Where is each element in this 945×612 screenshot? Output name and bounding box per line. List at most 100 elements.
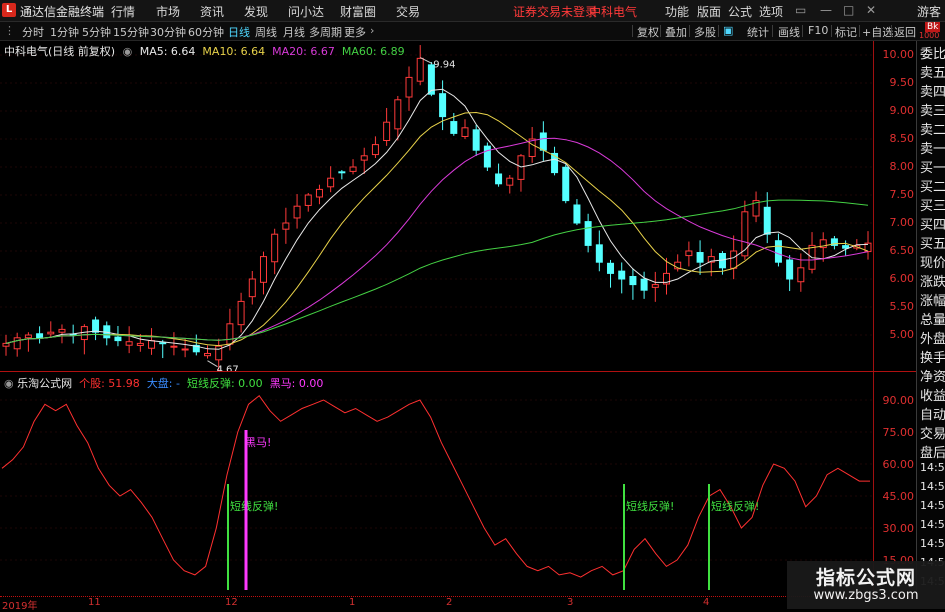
multi-stock-button[interactable]: 多股	[694, 24, 716, 40]
candle-up	[2, 342, 10, 347]
tab-60min[interactable]: 60分钟	[188, 24, 224, 40]
menu-discover[interactable]: 发现	[244, 3, 268, 20]
menu-market-quotes[interactable]: 行情	[111, 3, 135, 20]
stock-chart-title[interactable]: 中科电气(日线 前复权)	[4, 45, 115, 58]
more-chevron-icon[interactable]: ›	[370, 24, 374, 37]
quote-side-panel: 委比 卖五 卖四 卖三 卖二 卖一 买一 买二 买三 买四 买五 现价 涨跌 涨幅 总量 外盘 换手 净资 收益 自动…	[916, 41, 945, 596]
candle-up	[394, 99, 402, 130]
adjust-button[interactable]: 复权	[637, 24, 659, 40]
side-item[interactable]: 14:56	[920, 461, 945, 474]
side-item[interactable]: 买一	[920, 157, 945, 176]
side-item[interactable]: 涨幅	[920, 290, 945, 309]
side-item[interactable]: 14:56	[920, 499, 945, 512]
indicator-panel-header: ◉ 乐淘公式网 个股: 51.98 大盘: - 短线反弹: 0.00 黑马: 0…	[4, 375, 323, 391]
tab-multi-period[interactable]: 多周期	[309, 24, 342, 40]
side-item[interactable]: 买三	[920, 195, 945, 214]
menu-news[interactable]: 资讯	[200, 3, 224, 20]
candle-down	[607, 262, 615, 274]
price-tick: 8.50	[889, 132, 915, 145]
side-item[interactable]: 买二	[920, 176, 945, 195]
candle-up	[685, 250, 693, 257]
menu-options[interactable]: 选项	[759, 3, 783, 20]
side-item[interactable]: 盘后	[920, 442, 945, 461]
indicator-source[interactable]: 乐淘公式网	[17, 377, 72, 390]
back-button[interactable]: 返回	[894, 24, 916, 40]
side-item[interactable]: 总量	[920, 309, 945, 328]
side-item[interactable]: 买五	[920, 233, 945, 252]
menu-layout[interactable]: 版面	[697, 3, 721, 20]
add-watchlist-button[interactable]: +自选	[862, 24, 893, 40]
toolbar-divider	[632, 25, 633, 37]
menu-trade[interactable]: 交易	[396, 3, 420, 20]
side-item[interactable]: 现价	[920, 252, 945, 271]
menu-functions[interactable]: 功能	[665, 3, 689, 20]
tab-15min[interactable]: 15分钟	[113, 24, 149, 40]
toolbar-divider	[891, 25, 892, 37]
stats-icon[interactable]: ▣	[723, 24, 733, 37]
indicator-settings-icon[interactable]: ◉	[4, 377, 14, 390]
tab-monthly[interactable]: 月线	[283, 24, 305, 40]
date-axis: 2019年 11 12 1 2 3 4	[0, 596, 916, 612]
tab-weekly[interactable]: 周线	[255, 24, 277, 40]
ma60-line	[5, 199, 869, 344]
menu-formula[interactable]: 公式	[728, 3, 752, 20]
indicator-chart[interactable]: 短线反弹! 短线反弹! 短线反弹! 黑马!	[0, 372, 873, 596]
indicator-stock-value: 个股: 51.98	[79, 377, 140, 390]
minimize-icon[interactable]: —	[820, 3, 832, 17]
overlay-button[interactable]: 叠加	[665, 24, 687, 40]
price-tick: 10.00	[882, 48, 915, 61]
candlestick-chart[interactable]: 9.944.67	[0, 41, 873, 371]
tab-daily[interactable]: 日线	[228, 24, 250, 40]
darkhorse-signal-label: 黑马!	[245, 436, 271, 449]
indicator-tick: 45.00	[882, 490, 915, 503]
menu-market[interactable]: 市场	[156, 3, 180, 20]
price-tick: 7.00	[889, 216, 915, 229]
draw-line-button[interactable]: 画线	[778, 24, 800, 40]
tab-30min[interactable]: 30分钟	[150, 24, 186, 40]
guest-label[interactable]: 游客	[917, 3, 941, 20]
close-icon[interactable]: ✕	[866, 3, 876, 17]
side-item[interactable]: 收益	[920, 385, 945, 404]
side-item[interactable]: 交易	[920, 423, 945, 442]
candle-up	[148, 340, 156, 349]
maximize-icon[interactable]: □	[843, 3, 854, 17]
tab-1min[interactable]: 1分钟	[50, 24, 79, 40]
tab-more[interactable]: 更多	[344, 24, 366, 40]
f10-button[interactable]: F10	[808, 24, 828, 37]
side-item[interactable]: 买四	[920, 214, 945, 233]
side-tag: Bk 1000	[916, 22, 945, 40]
period-toolbar: ⋮ 分时 1分钟 5分钟 15分钟 30分钟 60分钟 日线 周线 月线 多周期…	[0, 22, 945, 41]
tab-intraday[interactable]: 分时	[22, 24, 44, 40]
side-item[interactable]: 外盘	[920, 328, 945, 347]
side-item[interactable]: 净资	[920, 366, 945, 385]
side-item[interactable]: 自动	[920, 404, 945, 423]
price-panel-header: 中科电气(日线 前复权) ◉ MA5: 6.64 MA10: 6.64 MA20…	[4, 43, 405, 59]
login-status[interactable]: 证券交易未登录	[513, 3, 597, 20]
candle-up	[651, 284, 659, 288]
side-item[interactable]: 14:56	[920, 518, 945, 531]
mark-button[interactable]: 标记	[835, 24, 857, 40]
indicator-settings-icon[interactable]: ◉	[123, 45, 133, 58]
side-item[interactable]: 卖二	[920, 119, 945, 138]
ma60-label: MA60: 6.89	[341, 45, 405, 58]
candle-up	[271, 233, 279, 263]
restore-window-icon[interactable]: ▭	[795, 3, 806, 17]
menu-wealth-circle[interactable]: 财富圈	[340, 3, 376, 20]
side-item[interactable]: 换手	[920, 347, 945, 366]
candle-up	[226, 323, 234, 345]
side-item[interactable]: 卖五	[920, 62, 945, 81]
side-item[interactable]: 14:56	[920, 537, 945, 550]
statistics-button[interactable]: 统计	[747, 24, 769, 40]
price-tick: 9.50	[889, 76, 915, 89]
rebound-signal-label: 短线反弹!	[626, 499, 674, 513]
candle-up	[181, 348, 189, 351]
menu-xiaoda[interactable]: 问小达	[288, 3, 324, 20]
side-item[interactable]: 卖三	[920, 100, 945, 119]
side-item[interactable]: 14:56	[920, 480, 945, 493]
side-item[interactable]: 委比	[920, 43, 945, 62]
side-item[interactable]: 卖一	[920, 138, 945, 157]
side-item[interactable]: 卖四	[920, 81, 945, 100]
rebound-signal-label: 短线反弹!	[230, 499, 278, 513]
tab-5min[interactable]: 5分钟	[82, 24, 111, 40]
side-item[interactable]: 涨跌	[920, 271, 945, 290]
